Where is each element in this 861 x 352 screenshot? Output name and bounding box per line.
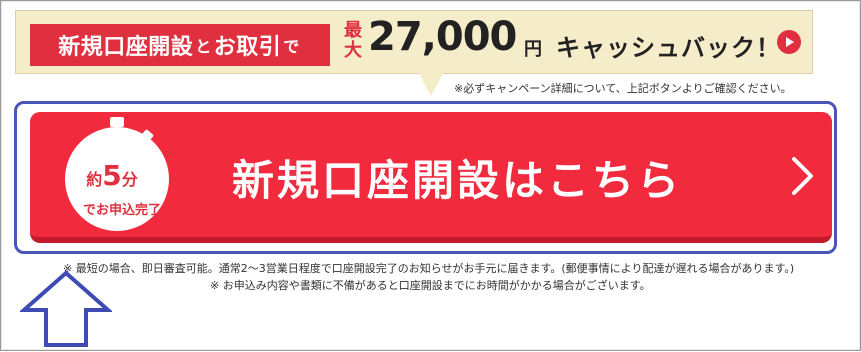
tag-connector-to: と [195,37,212,56]
badge-approx: 約 [86,170,103,189]
tag-account-opening: 新規口座開設 [58,35,194,60]
cta-title: 新規口座開設はこちら [232,156,683,205]
time-badge: 約5分 ※ でお申込完了 [52,117,192,232]
campaign-tag: 新規口座開設 と お取引 で [30,24,330,66]
badge-asterisk: ※ [164,147,175,162]
play-circle-icon[interactable] [777,30,801,54]
cashback-amount: 27,000 [368,14,517,60]
banner-pointer [418,72,444,96]
badge-complete-text: でお申込完了 [82,203,161,218]
tag-trading: お取引 [213,35,282,60]
max-label: 最大 [344,20,362,61]
currency-yen: 円 [524,39,542,60]
up-arrow-icon [18,270,114,352]
cashback-label: キャッシュバック！ [556,34,781,62]
note-document-errors: ※ お申込み内容や書類に不備があると口座開設までにお時間がかかる場合がございます… [210,279,651,292]
chevron-right-icon [790,156,816,200]
banner-note: ※必ずキャンペーン詳細について、上記ボタンよりご確認ください。 [454,82,792,95]
tag-connector-de: で [283,37,300,56]
badge-minutes: 分 [121,170,138,189]
badge-number: 5 [102,159,122,192]
note-processing-time: ※ 最短の場合、即日審査可能。通常2〜3営業日程度で口座開設完了のお知らせがお手… [63,262,795,275]
badge-time-row: 約5分 [52,159,172,192]
